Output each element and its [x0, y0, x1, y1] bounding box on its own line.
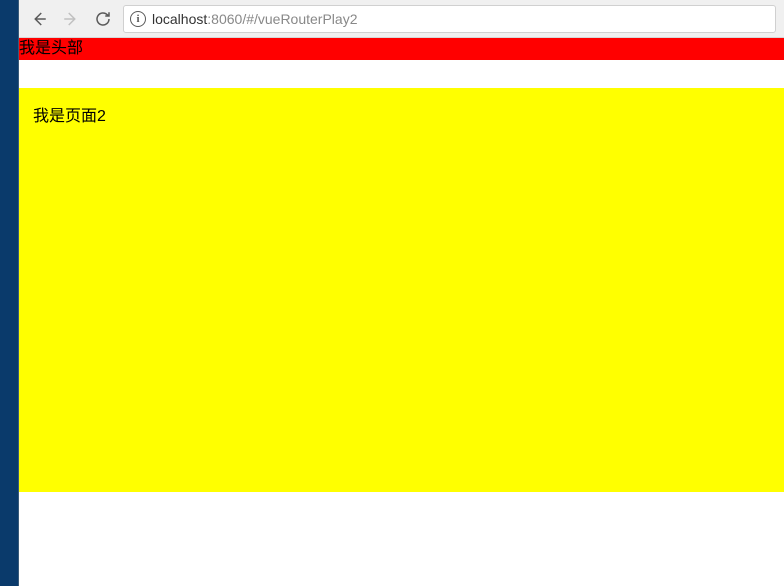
url-host: localhost — [152, 11, 207, 27]
page-content: 我是页面2 — [19, 88, 784, 492]
forward-button[interactable] — [59, 7, 83, 31]
page-viewport: 我是头部 我是页面2 — [19, 38, 784, 586]
reload-button[interactable] — [91, 7, 115, 31]
content-text: 我是页面2 — [33, 108, 106, 125]
info-icon[interactable]: i — [130, 11, 146, 27]
url-port: :8060 — [207, 11, 242, 27]
page-header: 我是头部 — [19, 38, 784, 60]
url-path: /#/vueRouterPlay2 — [242, 11, 357, 27]
reload-icon — [94, 10, 112, 28]
spacer — [19, 60, 784, 88]
browser-window: i localhost:8060/#/vueRouterPlay2 我是头部 我… — [18, 0, 784, 586]
address-bar[interactable]: i localhost:8060/#/vueRouterPlay2 — [123, 5, 776, 33]
arrow-right-icon — [62, 10, 80, 28]
header-text: 我是头部 — [19, 40, 83, 57]
back-button[interactable] — [27, 7, 51, 31]
url-text: localhost:8060/#/vueRouterPlay2 — [152, 11, 358, 27]
arrow-left-icon — [30, 10, 48, 28]
browser-toolbar: i localhost:8060/#/vueRouterPlay2 — [19, 0, 784, 38]
